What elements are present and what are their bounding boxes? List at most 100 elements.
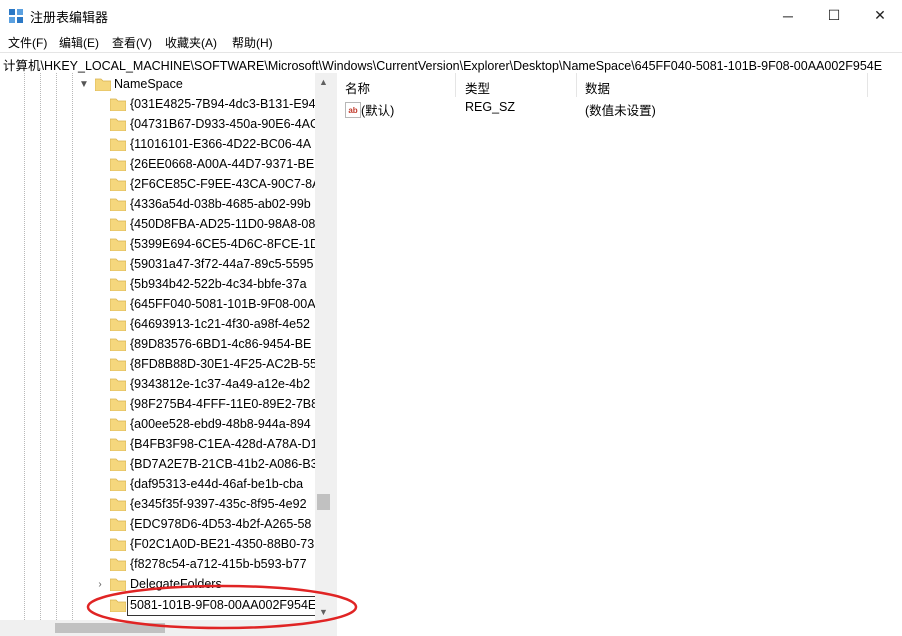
tree-node-label: {031E4825-7B94-4dc3-B131-E94 [130, 97, 315, 111]
tree-node-clsid[interactable]: {EDC978D6-4D53-4b2f-A265-58 [0, 515, 315, 535]
values-list[interactable]: 名称 类型 数据 ab (默认) REG_SZ (数值未设置) [337, 73, 902, 636]
tree-node-clsid[interactable]: {f8278c54-a712-415b-b593-b77 [0, 555, 315, 575]
folder-icon [110, 478, 126, 491]
minimize-icon: ─ [783, 7, 793, 24]
close-button[interactable]: ✕ [857, 0, 902, 31]
tree-node-clsid[interactable]: {B4FB3F98-C1EA-428d-A78A-D1 [0, 435, 315, 455]
folder-icon [110, 98, 126, 111]
value-type[interactable]: REG_SZ [465, 100, 515, 120]
string-value-icon: ab [345, 102, 361, 118]
rename-key-value[interactable]: 5081-101B-9F08-00AA002F954E [130, 598, 316, 612]
menu-view[interactable]: 查看(V) [112, 34, 152, 51]
tree-node-clsid[interactable]: {89D83576-6BD1-4c86-9454-BE [0, 335, 315, 355]
tree-node-label: {4336a54d-038b-4685-ab02-99b [130, 197, 311, 211]
tree-node-clsid[interactable]: {9343812e-1c37-4a49-a12e-4b2 [0, 375, 315, 395]
tree-node-label: {B4FB3F98-C1EA-428d-A78A-D1 [130, 437, 315, 451]
tree-node-clsid[interactable]: {a00ee528-ebd9-48b8-944a-894 [0, 415, 315, 435]
folder-icon [110, 538, 126, 551]
tree-node-label: {BD7A2E7B-21CB-41b2-A086-B3 [130, 457, 315, 471]
address-bar[interactable]: 计算机\HKEY_LOCAL_MACHINE\SOFTWARE\Microsof… [0, 52, 902, 74]
menu-favorites[interactable]: 收藏夹(A) [165, 34, 217, 51]
tree-node-label: {9343812e-1c37-4a49-a12e-4b2 [130, 377, 311, 391]
title-bar: 注册表编辑器 ─ ☐ ✕ [0, 0, 902, 31]
folder-icon [110, 418, 126, 431]
tree-vertical-scrollbar[interactable]: ▲ ▼ [315, 73, 332, 620]
tree-node-label: {a00ee528-ebd9-48b8-944a-894 [130, 417, 311, 431]
tree-node-clsid[interactable]: {5b934b42-522b-4c34-bbfe-37a [0, 275, 315, 295]
tree-node-namespace[interactable]: ▼ NameSpace [0, 75, 315, 95]
menu-edit[interactable]: 编辑(E) [59, 34, 99, 51]
tree-node-clsid[interactable]: {645FF040-5081-101B-9F08-00A [0, 295, 315, 315]
tree-node-clsid[interactable]: {59031a47-3f72-44a7-89c5-5595 [0, 255, 315, 275]
tree-node-clsid[interactable]: {8FD8B88D-30E1-4F25-AC2B-55 [0, 355, 315, 375]
scrollbar-thumb[interactable] [55, 623, 165, 633]
scroll-down-icon[interactable]: ▼ [315, 603, 332, 620]
tree-node-label: {daf95313-e44d-46af-be1b-cba [130, 477, 304, 491]
folder-icon [110, 378, 126, 391]
tree-node-label: {645FF040-5081-101B-9F08-00A [130, 297, 315, 311]
registry-tree[interactable]: ▼ NameSpace {031E4825-7B94-4dc3-B131-E94… [0, 73, 315, 620]
folder-icon [110, 558, 126, 571]
tree-node-clsid[interactable]: {4336a54d-038b-4685-ab02-99b [0, 195, 315, 215]
tree-node-clsid[interactable]: {11016101-E366-4D22-BC06-4A [0, 135, 315, 155]
tree-node-label: {5b934b42-522b-4c34-bbfe-37a [130, 277, 307, 291]
tree-node-clsid[interactable]: {031E4825-7B94-4dc3-B131-E94 [0, 95, 315, 115]
tree-node-clsid[interactable]: {450D8FBA-AD25-11D0-98A8-08 [0, 215, 315, 235]
tree-node-label: {8FD8B88D-30E1-4F25-AC2B-55 [130, 357, 315, 371]
folder-icon [110, 578, 126, 591]
folder-icon [110, 118, 126, 131]
scroll-up-icon[interactable]: ▲ [315, 73, 332, 90]
menu-help[interactable]: 帮助(H) [232, 34, 273, 51]
folder-icon [110, 238, 126, 251]
tree-node-delegatefolders[interactable]: › DelegateFolders [0, 575, 315, 595]
folder-icon [110, 318, 126, 331]
tree-node-clsid[interactable]: {2F6CE85C-F9EE-43CA-90C7-8A9 [0, 175, 315, 195]
folder-icon [110, 198, 126, 211]
folder-icon [110, 278, 126, 291]
folder-icon [110, 398, 126, 411]
tree-node-label: {11016101-E366-4D22-BC06-4A [130, 137, 312, 151]
minimize-button[interactable]: ─ [765, 0, 811, 31]
tree-node-label: {2F6CE85C-F9EE-43CA-90C7-8A9 [130, 177, 315, 191]
scrollbar-thumb[interactable] [317, 494, 330, 510]
address-path[interactable]: 计算机\HKEY_LOCAL_MACHINE\SOFTWARE\Microsof… [3, 55, 882, 74]
column-separator[interactable] [867, 73, 868, 97]
folder-icon [110, 518, 126, 531]
tree-node-clsid[interactable]: {e345f35f-9397-435c-8f95-4e92 [0, 495, 315, 515]
folder-icon [110, 358, 126, 371]
value-data[interactable]: (数值未设置) [585, 100, 656, 120]
tree-node-clsid[interactable]: {daf95313-e44d-46af-be1b-cba [0, 475, 315, 495]
tree-horizontal-scrollbar[interactable] [0, 620, 332, 636]
tree-node-label: {e345f35f-9397-435c-8f95-4e92 [130, 497, 307, 511]
chevron-right-icon[interactable]: › [94, 577, 106, 591]
tree-node-label: {26EE0668-A00A-44D7-9371-BE [130, 157, 315, 171]
folder-icon [110, 218, 126, 231]
tree-node-label: NameSpace [114, 77, 183, 91]
column-header-name[interactable]: 名称 [337, 73, 455, 97]
column-separator[interactable] [455, 73, 456, 97]
menu-file[interactable]: 文件(F) [8, 34, 47, 51]
tree-node-clsid[interactable]: {F02C1A0D-BE21-4350-88B0-73 [0, 535, 315, 555]
tree-node-clsid[interactable]: {26EE0668-A00A-44D7-9371-BE [0, 155, 315, 175]
folder-icon [95, 78, 111, 91]
tree-node-clsid[interactable]: {5399E694-6CE5-4D6C-8FCE-1D [0, 235, 315, 255]
tree-node-label: {450D8FBA-AD25-11D0-98A8-08 [130, 217, 315, 231]
tree-node-label: {59031a47-3f72-44a7-89c5-5595 [130, 257, 314, 271]
maximize-button[interactable]: ☐ [811, 0, 857, 31]
column-header-data[interactable]: 数据 [577, 73, 867, 97]
tree-node-clsid[interactable]: {98F275B4-4FFF-11E0-89E2-7B8 [0, 395, 315, 415]
value-name[interactable]: (默认) [361, 100, 394, 120]
tree-node-clsid[interactable]: {BD7A2E7B-21CB-41b2-A086-B3 [0, 455, 315, 475]
rename-key-input[interactable]: 5081-101B-9F08-00AA002F954E [127, 596, 317, 616]
tree-node-label: {EDC978D6-4D53-4b2f-A265-58 [130, 517, 312, 531]
folder-icon [110, 258, 126, 271]
column-header-type[interactable]: 类型 [457, 73, 575, 97]
tree-node-clsid[interactable]: {04731B67-D933-450a-90E6-4AC [0, 115, 315, 135]
regedit-icon [9, 9, 23, 23]
folder-icon [110, 138, 126, 151]
chevron-down-icon[interactable]: ▼ [78, 77, 90, 91]
folder-icon [110, 438, 126, 451]
close-icon: ✕ [874, 7, 886, 23]
tree-node-label: {f8278c54-a712-415b-b593-b77 [130, 557, 307, 571]
tree-node-clsid[interactable]: {64693913-1c21-4f30-a98f-4e52 [0, 315, 315, 335]
